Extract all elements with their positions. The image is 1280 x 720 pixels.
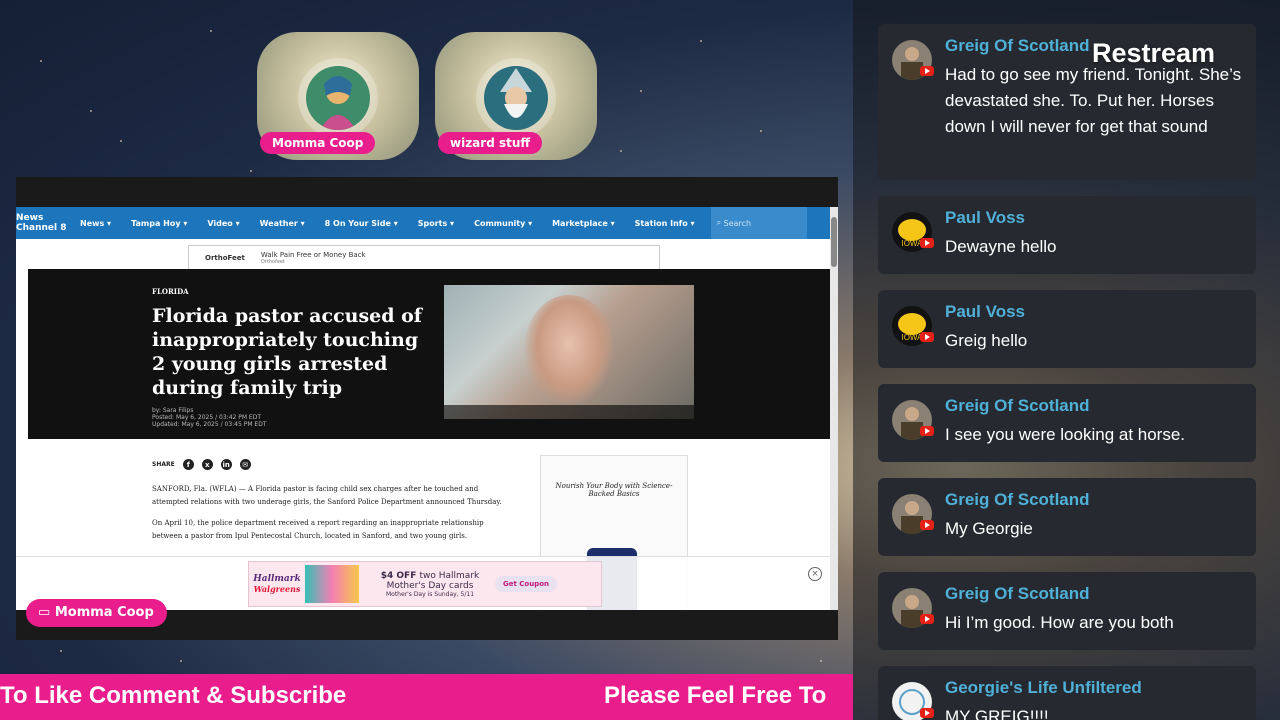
share-bar: SHARE f x in ✉ [152, 459, 251, 470]
side-ad-text: Nourish Your Body with Science-Backed Ba… [555, 482, 673, 498]
get-coupon-button[interactable]: Get Coupon [495, 576, 558, 592]
video-controls[interactable] [444, 405, 694, 419]
share-label: SHARE [152, 461, 175, 468]
article-section[interactable]: FLORIDA [152, 287, 189, 296]
nav-item-sports[interactable]: Sports ▾ [418, 219, 454, 228]
search-placeholder: Search [723, 218, 752, 228]
search-icon: ⌕ [716, 218, 724, 227]
presenter-name: Momma Coop [54, 605, 154, 620]
presenter-badge: ▭ Momma Coop [26, 599, 167, 627]
chat-author: Paul Voss [945, 208, 1025, 227]
chat-message: IOWA Paul Voss Greig hello [878, 290, 1256, 368]
ad-sub: Orthofeet [260, 259, 285, 265]
site-scrollbar[interactable] [830, 207, 838, 610]
youtube-icon [920, 332, 934, 342]
chat-author: Paul Voss [945, 302, 1025, 321]
chat-text: Had to go see my friend. Tonight. She’s … [945, 65, 1242, 136]
monitor-icon: ▭ [38, 605, 51, 620]
chat-message: Georgie's Life Unfiltered MY GREIG!!!! [878, 666, 1256, 720]
ticker-text: Please Feel Free To [604, 682, 827, 709]
nav-item-tampa-hoy[interactable]: Tampa Hoy ▾ [131, 219, 187, 228]
youtube-icon [920, 238, 934, 248]
restream-watermark: Restream [1092, 38, 1216, 68]
chat-author: Greig Of Scotland [945, 490, 1090, 509]
guest-name-label: wizard stuff [438, 132, 543, 154]
article-byline: by: Sara Filips Posted: May 6, 2025 / 03… [152, 407, 267, 428]
youtube-icon [920, 614, 934, 624]
email-icon[interactable]: ✉ [239, 459, 251, 470]
article-paragraph: On April 10, the police department recei… [152, 519, 484, 540]
chat-text: I see you were looking at horse. [945, 425, 1186, 444]
guest-name-label: Momma Coop [260, 132, 376, 154]
ad-note: Mother's Day is Sunday, 5/11 [385, 590, 475, 598]
site-logo[interactable]: News Channel 8 [16, 207, 70, 239]
article-headline: Florida pastor accused of inappropriatel… [152, 305, 422, 399]
ad-text: Walk Pain Free or Money Back [260, 251, 366, 259]
site-navbar: News Channel 8 News ▾ Tampa Hoy ▾ Video … [16, 207, 838, 239]
close-icon[interactable]: × [808, 567, 822, 581]
chat-panel: Greig Of Scotland Had to go see my frien… [853, 0, 1280, 720]
youtube-icon [920, 66, 934, 76]
video-thumbnail [524, 295, 614, 405]
nav-item-news[interactable]: News ▾ [80, 219, 111, 228]
screen-share: News Channel 8 News ▾ Tampa Hoy ▾ Video … [16, 177, 838, 640]
linkedin-icon[interactable]: in [220, 459, 232, 470]
ad-deal-amount: $4 OFF [380, 570, 417, 581]
chat-author: Greig Of Scotland [945, 396, 1090, 415]
youtube-icon [920, 708, 934, 718]
ad-brand: Hallmark [253, 574, 301, 584]
ad-deal: $4 OFF two Hallmark Mother's Day cards M… [371, 571, 489, 598]
guest-card-wizard-stuff[interactable]: wizard stuff [435, 32, 597, 160]
guest-avatar [484, 66, 548, 130]
youtube-icon [920, 426, 934, 436]
nav-item-community[interactable]: Community ▾ [474, 219, 532, 228]
ticker-text: To Like Comment & Subscribe [0, 682, 347, 709]
author-line: by: Sara Filips [152, 407, 194, 414]
nav-item-video[interactable]: Video ▾ [207, 219, 239, 228]
nav-item-weather[interactable]: Weather ▾ [260, 219, 305, 228]
chat-author: Greig Of Scotland [945, 584, 1090, 603]
chat-message: IOWA Paul Voss Dewayne hello [878, 196, 1256, 274]
chat-text: MY GREIG!!!! [945, 707, 1049, 720]
chat-text: Dewayne hello [945, 237, 1057, 256]
chat-message: Greig Of Scotland I see you were looking… [878, 384, 1256, 462]
updated-line: Updated: May 6, 2025 / 03:45 PM EDT [152, 421, 267, 428]
news-website: News Channel 8 News ▾ Tampa Hoy ▾ Video … [16, 207, 838, 610]
article-body: SANFORD, Fla. (WFLA) — A Florida pastor … [152, 483, 512, 551]
guest-card-momma-coop[interactable]: Momma Coop [257, 32, 419, 160]
article-hero: FLORIDA Florida pastor accused of inappr… [28, 269, 831, 439]
hallmark-logo: Hallmark Walgreens [249, 574, 305, 594]
ad-sub: Walgreens [253, 584, 301, 594]
nav-item-marketplace[interactable]: Marketplace ▾ [552, 219, 615, 228]
chat-text: Greig hello [945, 331, 1028, 350]
chat-text: Hi I’m good. How are you both [945, 613, 1174, 632]
x-icon[interactable]: x [201, 459, 213, 470]
hallmark-ad[interactable]: Hallmark Walgreens $4 OFF two Hallmark M… [248, 561, 602, 607]
chat-text: My Georgie [945, 519, 1033, 538]
posted-line: Posted: May 6, 2025 / 03:42 PM EDT [152, 414, 262, 421]
top-ad-banner[interactable]: OrthoFeet Walk Pain Free or Money Back O… [188, 245, 660, 271]
nav-item-8-on-your-side[interactable]: 8 On Your Side ▾ [325, 219, 398, 228]
youtube-icon [920, 520, 934, 530]
ad-brand: OrthoFeet [205, 254, 245, 262]
nav-item-station-info[interactable]: Station Info ▾ [635, 219, 695, 228]
chat-message: Greig Of Scotland Hi I’m good. How are y… [878, 572, 1256, 650]
card-product-image [305, 565, 359, 603]
chat-author: Georgie's Life Unfiltered [945, 678, 1142, 697]
guest-avatar [306, 66, 370, 130]
facebook-icon[interactable]: f [182, 459, 194, 470]
chat-message: Greig Of Scotland My Georgie [878, 478, 1256, 556]
article-video-player[interactable] [444, 285, 694, 419]
site-search-input[interactable]: ⌕ Search [710, 207, 807, 239]
scrolling-ticker: To Like Comment & Subscribe Please Feel … [0, 674, 853, 720]
scrollbar-thumb[interactable] [831, 217, 837, 267]
chat-author: Greig Of Scotland [945, 36, 1090, 55]
article-paragraph: SANFORD, Fla. (WFLA) — A Florida pastor … [152, 485, 502, 506]
